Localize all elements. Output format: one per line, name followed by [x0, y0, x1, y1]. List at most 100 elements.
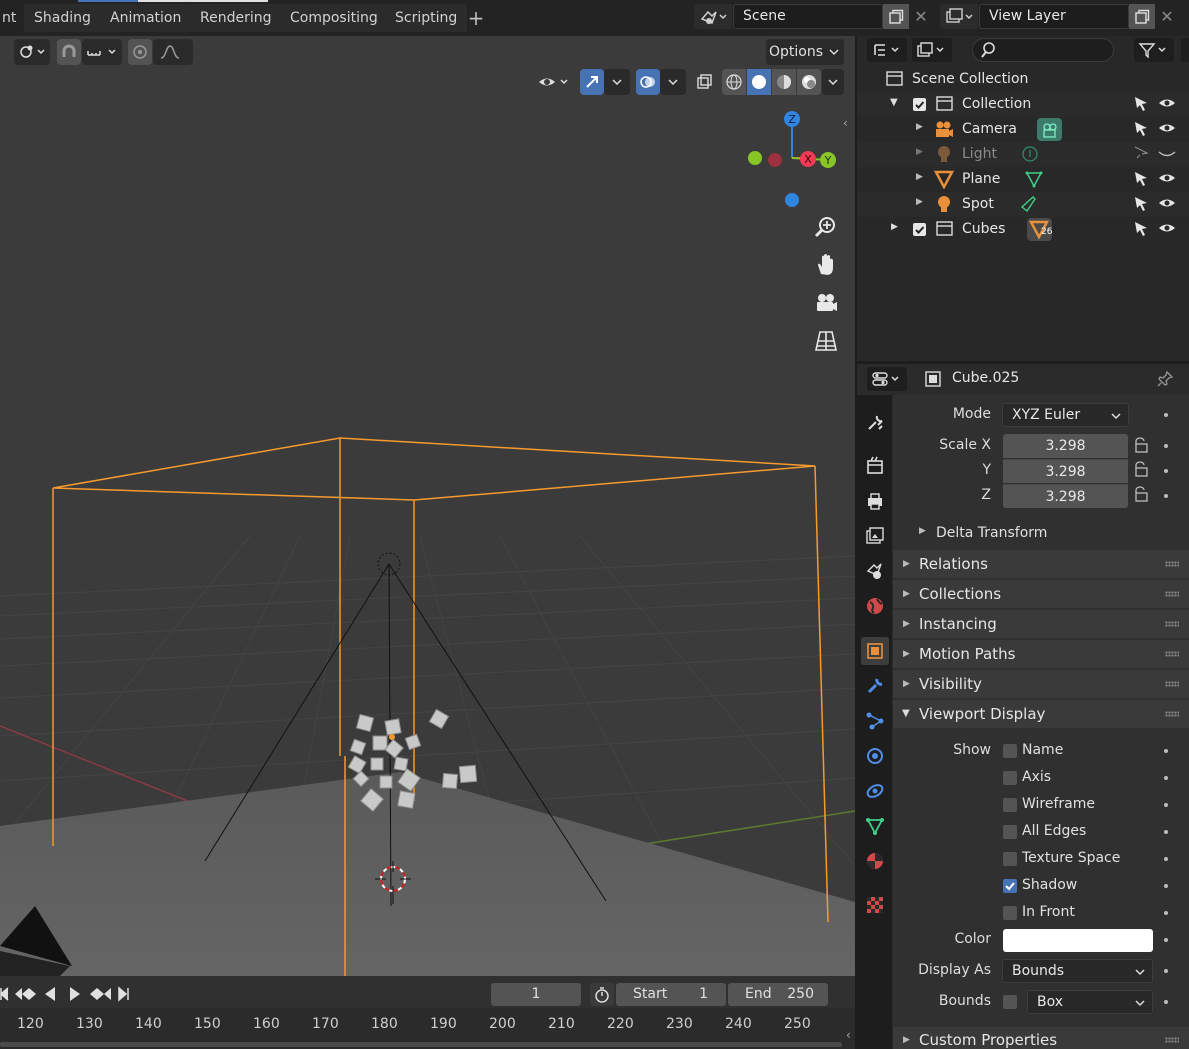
- show-option-checkbox[interactable]: [1003, 744, 1017, 758]
- snap-toggle[interactable]: [57, 39, 81, 65]
- tab-scene[interactable]: [861, 557, 889, 585]
- tab-modifiers[interactable]: [861, 672, 889, 700]
- scale-z-field[interactable]: 3.298: [1003, 484, 1128, 508]
- show-option-checkbox[interactable]: [1003, 852, 1017, 866]
- tab-particles[interactable]: [861, 707, 889, 735]
- keyframe-dot[interactable]: [1164, 884, 1168, 888]
- auto-keying-toggle[interactable]: [590, 983, 614, 1006]
- keyframe-dot[interactable]: [1164, 969, 1168, 973]
- keyframe-dot[interactable]: [1164, 938, 1168, 942]
- tab-scripting[interactable]: Scripting: [385, 4, 468, 32]
- pin-icon[interactable]: [1156, 370, 1174, 388]
- bounds-type-dropdown[interactable]: Box: [1027, 990, 1153, 1014]
- show-option-checkbox[interactable]: [1003, 906, 1017, 920]
- pan-button[interactable]: [809, 248, 843, 282]
- 3d-viewport[interactable]: Options ‹ Z X Y: [0, 36, 855, 976]
- xray-toggle[interactable]: [692, 69, 716, 95]
- start-frame-field[interactable]: Start 1: [616, 983, 726, 1006]
- show-option-checkbox[interactable]: [1003, 798, 1017, 812]
- keyframe-dot[interactable]: [1164, 776, 1168, 780]
- tab-view-layer[interactable]: [861, 522, 889, 550]
- shading-wireframe-button[interactable]: [722, 69, 746, 95]
- scale-x-field[interactable]: 3.298: [1003, 434, 1128, 458]
- shading-rendered-button[interactable]: [797, 69, 821, 95]
- scene-name-field[interactable]: Scene: [733, 4, 883, 29]
- color-swatch[interactable]: [1003, 929, 1153, 952]
- keyframe-dot[interactable]: [1164, 494, 1168, 498]
- shading-solid-button[interactable]: [747, 69, 771, 95]
- tab-object[interactable]: [861, 637, 889, 665]
- cubes-checkbox[interactable]: [913, 223, 926, 236]
- navigation-gizmo[interactable]: Z X Y: [740, 108, 844, 208]
- keyframe-dot[interactable]: [1164, 749, 1168, 753]
- perspective-toggle-button[interactable]: [809, 324, 843, 358]
- delete-scene-icon[interactable]: ✕: [910, 4, 932, 29]
- editor-type-button[interactable]: [867, 38, 907, 62]
- current-frame-field[interactable]: 1: [491, 983, 581, 1006]
- panel-visibility[interactable]: ▶ Visibility: [893, 670, 1189, 698]
- tab-constraints[interactable]: [861, 777, 889, 805]
- keyframe-dot[interactable]: [1164, 1000, 1168, 1004]
- shading-material-button[interactable]: [772, 69, 796, 95]
- duplicate-scene-icon[interactable]: [883, 4, 909, 29]
- expand-arrow-icon[interactable]: ▶: [916, 147, 923, 157]
- light-data-icon[interactable]: [1021, 145, 1039, 163]
- panel-relations[interactable]: ▶ Relations: [893, 550, 1189, 578]
- tab-rendering[interactable]: Rendering: [190, 4, 282, 32]
- tab-physics[interactable]: [861, 742, 889, 770]
- shading-dropdown[interactable]: [822, 69, 844, 95]
- view-layer-name-field[interactable]: View Layer: [979, 4, 1129, 29]
- tab-object-data[interactable]: [861, 812, 889, 840]
- falloff-button[interactable]: [153, 39, 193, 65]
- transform-pivot-button[interactable]: [14, 39, 50, 65]
- keyframe-dot[interactable]: [1164, 803, 1168, 807]
- sidebar-toggle-icon[interactable]: ‹: [843, 116, 855, 132]
- show-option-checkbox[interactable]: [1003, 771, 1017, 785]
- cubes-children-icon[interactable]: 26: [1027, 218, 1052, 241]
- camera-data-icon[interactable]: [1037, 118, 1062, 141]
- expand-arrow-icon[interactable]: ▶: [916, 122, 923, 132]
- panel-motion-paths[interactable]: ▶ Motion Paths: [893, 640, 1189, 668]
- tab-output[interactable]: [861, 487, 889, 515]
- keyframe-dot[interactable]: [1164, 830, 1168, 834]
- tab-world[interactable]: [861, 592, 889, 620]
- lock-icons[interactable]: [1131, 437, 1153, 507]
- tab-texture[interactable]: [861, 891, 889, 919]
- duplicate-view-layer-icon[interactable]: [1129, 4, 1155, 29]
- delta-transform-subpanel[interactable]: ▶ Delta Transform: [909, 520, 1189, 548]
- timeline-collapse-icon[interactable]: ‹: [846, 1028, 851, 1042]
- panel-instancing[interactable]: ▶ Instancing: [893, 610, 1189, 638]
- restriction-icons[interactable]: [1131, 96, 1189, 240]
- tab-layout[interactable]: nt: [0, 4, 27, 32]
- add-workspace-icon[interactable]: +: [466, 6, 486, 30]
- delete-view-layer-icon[interactable]: ✕: [1156, 4, 1178, 29]
- scale-y-field[interactable]: 3.298: [1003, 459, 1128, 483]
- options-button[interactable]: Options: [766, 39, 844, 65]
- timeline-scrollbar[interactable]: [0, 1042, 842, 1047]
- display-mode-button[interactable]: [912, 38, 952, 62]
- scene-collection-row[interactable]: Scene Collection: [857, 67, 1189, 92]
- tab-material[interactable]: [861, 847, 889, 875]
- display-as-dropdown[interactable]: Bounds: [1002, 959, 1153, 983]
- show-option-checkbox[interactable]: [1003, 879, 1017, 893]
- tab-animation[interactable]: Animation: [100, 4, 192, 32]
- expand-arrow-icon[interactable]: ▶: [916, 172, 923, 182]
- end-frame-field[interactable]: End 250: [728, 983, 828, 1006]
- spot-data-icon[interactable]: [1019, 195, 1037, 213]
- overlay-dropdown[interactable]: [660, 69, 686, 95]
- panel-custom-properties[interactable]: ▶ Custom Properties: [893, 1027, 1189, 1049]
- bounds-checkbox[interactable]: [1003, 995, 1017, 1009]
- tab-shading[interactable]: Shading: [24, 4, 101, 32]
- mesh-data-icon[interactable]: [1025, 170, 1043, 188]
- collapse-arrow-icon[interactable]: ▼: [890, 97, 898, 108]
- scene-browse-button[interactable]: [694, 4, 732, 29]
- rotation-mode-dropdown[interactable]: XYZ Euler: [1002, 403, 1129, 427]
- keyframe-dot[interactable]: [1164, 911, 1168, 915]
- keyframe-dot[interactable]: [1164, 413, 1168, 417]
- camera-view-button[interactable]: [809, 286, 843, 320]
- keyframe-dot[interactable]: [1164, 469, 1168, 473]
- outliner-search-input[interactable]: [972, 38, 1114, 62]
- keyframe-dot[interactable]: [1164, 857, 1168, 861]
- collection-checkbox[interactable]: [913, 98, 926, 111]
- expand-arrow-icon[interactable]: ▶: [916, 197, 923, 207]
